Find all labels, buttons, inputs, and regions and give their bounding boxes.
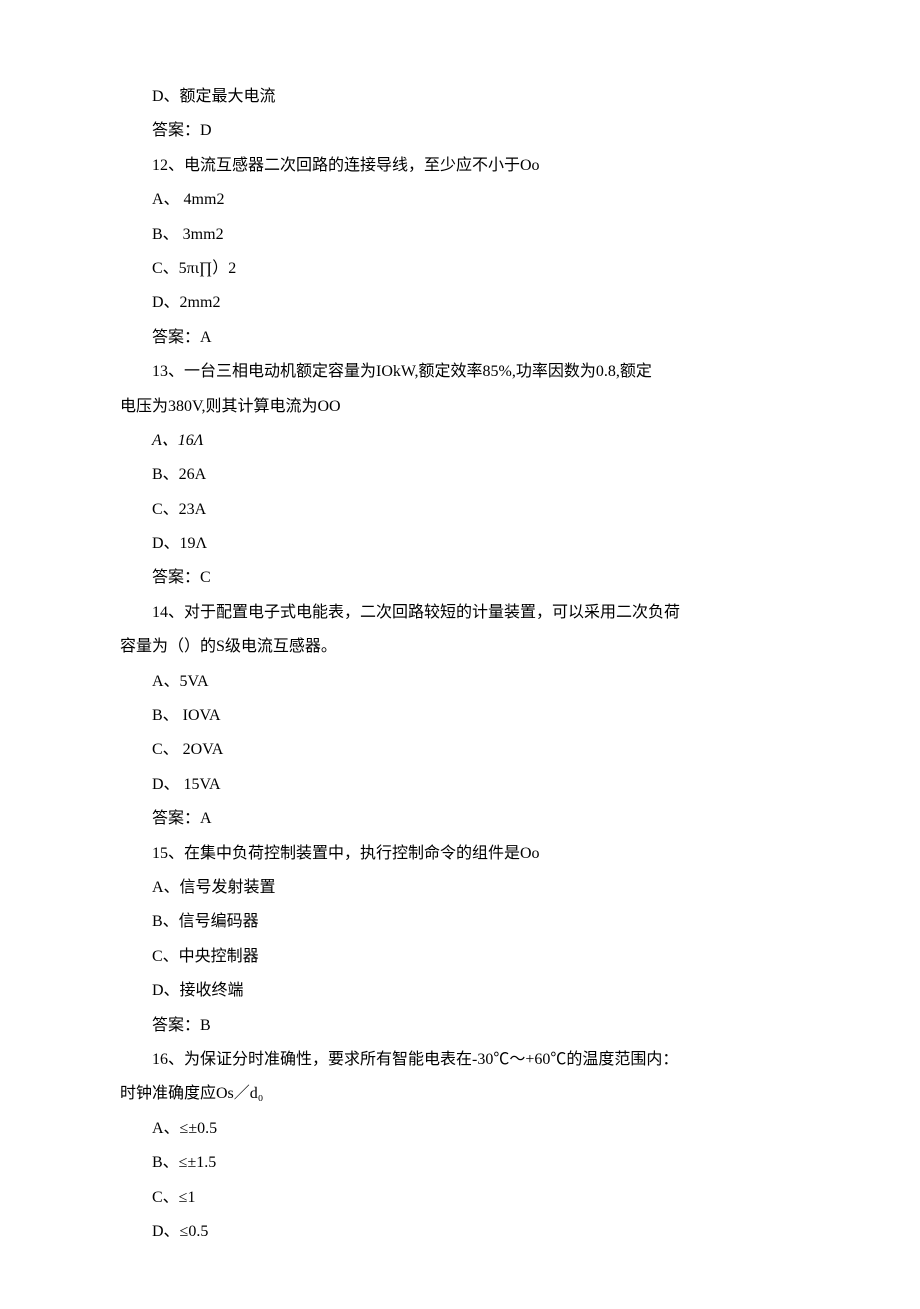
text-line: 14、对于配置电子式电能表，二次回路较短的计量装置，可以采用二次负荷 (120, 596, 800, 630)
text-line: D、 15VA (120, 768, 800, 802)
text-line: 答案：D (120, 114, 800, 148)
text-line: A、 4mm2 (120, 183, 800, 217)
text-line: A、≤±0.5 (120, 1112, 800, 1146)
text-line: A、16Λ (120, 424, 800, 458)
text-line: B、≤±1.5 (120, 1146, 800, 1180)
text-line: A、5VA (120, 665, 800, 699)
text-line: D、≤0.5 (120, 1215, 800, 1249)
text-line: A、信号发射装置 (120, 871, 800, 905)
text-line: D、19Λ (120, 527, 800, 561)
text-line: 答案：A (120, 321, 800, 355)
text-line: D、接收终端 (120, 974, 800, 1008)
text-line: 电压为380V,则其计算电流为OO (120, 390, 800, 424)
document-body: D、额定最大电流答案：D12、电流互感器二次回路的连接导线，至少应不小于OoA、… (120, 80, 800, 1249)
text-line: 答案：A (120, 802, 800, 836)
text-line: B、 IOVA (120, 699, 800, 733)
text-line: C、5πι∏）2 (120, 252, 800, 286)
text-line: 16、为保证分时准确性，要求所有智能电表在-30℃～+60℃的温度范围内： (120, 1043, 800, 1077)
text-line: C、23A (120, 493, 800, 527)
text-line: D、2mm2 (120, 286, 800, 320)
text-line: B、信号编码器 (120, 905, 800, 939)
text-line: 13、一台三相电动机额定容量为IOkW,额定效率85%,功率因数为0.8,额定 (120, 355, 800, 389)
text-line: 答案：C (120, 561, 800, 595)
text-line: B、26A (120, 458, 800, 492)
text-line: B、 3mm2 (120, 218, 800, 252)
text-line: 容量为（）的S级电流互感器。 (120, 630, 800, 664)
text-line: D、额定最大电流 (120, 80, 800, 114)
text-line: C、 2OVA (120, 733, 800, 767)
text-line: 时钟准确度应Os／d₀ (120, 1077, 800, 1111)
text-line: 15、在集中负荷控制装置中，执行控制命令的组件是Oo (120, 837, 800, 871)
text-line: C、中央控制器 (120, 940, 800, 974)
text-line: 12、电流互感器二次回路的连接导线，至少应不小于Oo (120, 149, 800, 183)
text-line: C、≤1 (120, 1181, 800, 1215)
text-line: 答案：B (120, 1009, 800, 1043)
